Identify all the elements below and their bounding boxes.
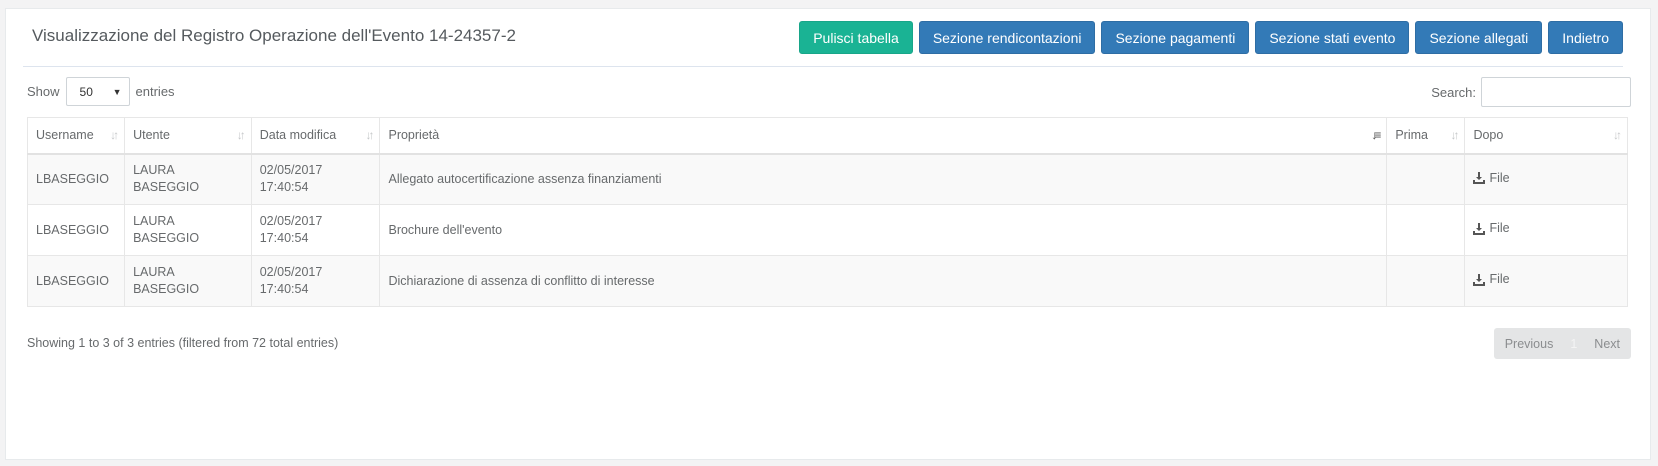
- cell-proprieta: Brochure dell'evento: [379, 204, 1388, 256]
- column-header-data-modifica[interactable]: Data modifica ↓↑: [250, 117, 381, 155]
- column-header-proprieta[interactable]: Proprietà ↓≡: [379, 117, 1388, 155]
- panel-header: Visualizzazione del Registro Operazione …: [23, 9, 1623, 67]
- download-icon: [1473, 222, 1486, 235]
- show-label: Show: [27, 84, 60, 99]
- search-input[interactable]: [1481, 77, 1631, 107]
- sort-icon: ↓↑: [1613, 128, 1622, 142]
- table-controls: Show 50 ▼ entries Search:: [27, 77, 1631, 107]
- previous-page-button[interactable]: Previous: [1494, 337, 1565, 351]
- event-log-table: Username ↓↑ Utente ↓↑ Data modifica ↓↑ Prop…: [26, 117, 1628, 307]
- column-header-utente[interactable]: Utente ↓↑: [124, 117, 252, 155]
- search-label: Search:: [1431, 84, 1476, 100]
- file-download-link[interactable]: File: [1473, 271, 1510, 288]
- page-length-select[interactable]: 50 ▼: [65, 77, 130, 106]
- cell-username: LBASEGGIO: [26, 204, 126, 256]
- caret-down-icon: ▼: [112, 86, 122, 97]
- cell-prima: [1386, 204, 1466, 256]
- download-icon: [1473, 273, 1486, 286]
- sort-icon: ↓↑: [236, 128, 246, 142]
- clear-table-button[interactable]: Pulisci tabella: [799, 21, 913, 54]
- search-control: Search:: [1431, 77, 1631, 107]
- table-header-row: Username ↓↑ Utente ↓↑ Data modifica ↓↑ Prop…: [26, 117, 1628, 155]
- column-header-username[interactable]: Username ↓↑: [26, 117, 126, 155]
- table-row: LBASEGGIO LAURA BASEGGIO 02/05/2017 17:40:…: [26, 255, 1628, 307]
- column-header-dopo[interactable]: Dopo ↓↑: [1464, 117, 1628, 155]
- cell-prima: [1386, 255, 1466, 307]
- entries-label: entries: [135, 84, 175, 99]
- payments-section-button[interactable]: Sezione pagamenti: [1101, 21, 1250, 54]
- file-download-link[interactable]: File: [1473, 220, 1510, 237]
- sort-icon: ↓↑: [365, 128, 374, 142]
- cell-proprieta: Allegato autocertificazione assenza fina…: [379, 153, 1388, 205]
- cell-dopo: File: [1464, 153, 1628, 205]
- reports-section-button[interactable]: Sezione rendicontazioni: [918, 21, 1096, 54]
- cell-data-modifica: 02/05/2017 17:40:54: [250, 204, 381, 256]
- page-number-button[interactable]: 1: [1564, 337, 1583, 351]
- cell-proprieta: Dichiarazione di assenza di conflitto di…: [379, 255, 1388, 307]
- event-states-section-button[interactable]: Sezione stati evento: [1255, 21, 1410, 54]
- cell-utente: LAURA BASEGGIO: [124, 204, 252, 256]
- cell-username: LBASEGGIO: [26, 255, 126, 307]
- table-row: LBASEGGIO LAURA BASEGGIO 02/05/2017 17:40:…: [26, 204, 1628, 256]
- sort-icon: ↓↑: [1450, 128, 1459, 142]
- cell-data-modifica: 02/05/2017 17:40:54: [250, 255, 381, 307]
- pagination: Previous 1 Next: [1493, 328, 1631, 359]
- cell-data-modifica: 02/05/2017 17:40:54: [250, 153, 381, 205]
- table-info: Showing 1 to 3 of 3 entries (filtered fr…: [27, 336, 339, 350]
- table-row: LBASEGGIO LAURA BASEGGIO 02/05/2017 17:40:…: [26, 153, 1628, 205]
- sort-icon: ↓↑: [110, 128, 119, 142]
- cell-prima: [1386, 153, 1466, 205]
- page-title: Visualizzazione del Registro Operazione …: [32, 26, 516, 45]
- cell-utente: LAURA BASEGGIO: [124, 153, 252, 205]
- cell-dopo: File: [1464, 204, 1628, 256]
- sort-desc-icon: ↓≡: [1371, 128, 1381, 142]
- cell-dopo: File: [1464, 255, 1628, 307]
- toolbar: Pulisci tabella Sezione rendicontazioni …: [799, 21, 1623, 54]
- file-download-link[interactable]: File: [1473, 170, 1510, 187]
- next-page-button[interactable]: Next: [1583, 337, 1631, 351]
- download-icon: [1473, 172, 1486, 184]
- cell-utente: LAURA BASEGGIO: [124, 255, 252, 307]
- attachments-section-button[interactable]: Sezione allegati: [1415, 21, 1543, 54]
- cell-username: LBASEGGIO: [26, 153, 126, 205]
- page-length-value: 50: [79, 84, 93, 99]
- page-length-control: Show 50 ▼ entries: [27, 77, 175, 106]
- back-button[interactable]: Indietro: [1548, 21, 1623, 54]
- column-header-prima[interactable]: Prima ↓↑: [1386, 117, 1466, 155]
